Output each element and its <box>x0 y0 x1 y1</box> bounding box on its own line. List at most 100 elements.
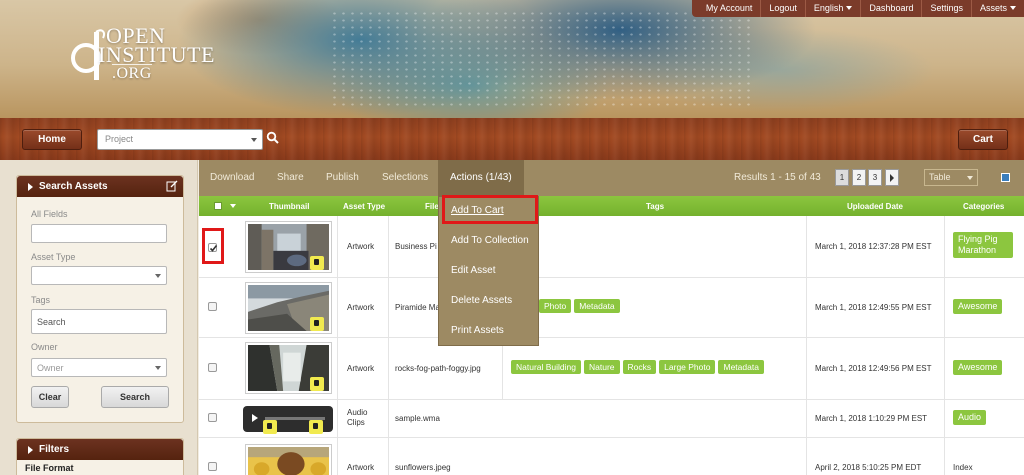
header-file[interactable]: File <box>425 202 439 211</box>
top-menu-bar: My Account Logout English Dashboard Sett… <box>691 0 1024 17</box>
file-name[interactable]: Piramide Ma <box>395 303 440 312</box>
tag-chip[interactable]: Photo <box>539 299 572 313</box>
file-name[interactable]: sunflowers.jpeg <box>395 463 451 472</box>
filter-file-format[interactable]: File Format <box>25 463 74 473</box>
header-checkbox[interactable] <box>214 202 222 210</box>
chevron-down-icon <box>251 138 257 142</box>
toolbar-selections[interactable]: Selections <box>382 160 428 196</box>
asset-thumbnail[interactable] <box>245 342 332 394</box>
topbar-logout[interactable]: Logout <box>760 0 805 17</box>
edit-icon[interactable] <box>166 180 178 192</box>
toolbar-download[interactable]: Download <box>210 160 254 196</box>
topbar-assets[interactable]: Assets <box>970 0 1024 17</box>
table-row[interactable]: Audio Clips sample.wma March 1, 2018 1:1… <box>199 400 1024 438</box>
tag-chip[interactable]: Rocks <box>622 360 657 374</box>
tags-label: Tags <box>31 295 51 305</box>
page-3-button[interactable]: 3 <box>868 169 882 186</box>
topbar-dashboard[interactable]: Dashboard <box>860 0 921 17</box>
view-mode-select[interactable]: Table <box>924 169 978 186</box>
topbar-my-account[interactable]: My Account <box>692 0 761 17</box>
owner-select[interactable]: Owner <box>31 358 167 377</box>
file-name[interactable]: sample.wma <box>395 414 440 423</box>
select-all-toggle[interactable] <box>1001 173 1010 182</box>
asset-thumbnail[interactable] <box>245 282 332 334</box>
cart-button[interactable]: Cart <box>958 129 1008 150</box>
category-tag[interactable]: Awesome <box>953 299 1003 314</box>
download-badge-icon[interactable] <box>309 420 323 434</box>
uploaded-date: March 1, 2018 12:37:28 PM EST <box>815 242 932 251</box>
next-page-button[interactable] <box>885 169 899 186</box>
category-tag[interactable]: Awesome <box>953 360 1003 375</box>
header-uploaded-date[interactable]: Uploaded Date <box>847 202 903 211</box>
header-thumbnail[interactable]: Thumbnail <box>269 202 309 211</box>
all-fields-label: All Fields <box>31 209 68 219</box>
column-divider <box>944 338 945 399</box>
header-banner: OPEN INSTITUTE .ORG My Account Logout En… <box>0 0 1024 118</box>
search-button[interactable]: Search <box>101 386 169 408</box>
page-1-button[interactable]: 1 <box>835 169 849 186</box>
download-badge-icon[interactable] <box>310 377 324 391</box>
tag-chip[interactable]: Metadata <box>574 299 620 313</box>
tag-chip[interactable]: Large Photo <box>659 360 716 374</box>
menu-item-add-to-collection[interactable]: Add To Collection <box>451 235 529 246</box>
header-asset-type[interactable]: Asset Type <box>343 202 385 211</box>
column-divider <box>388 216 389 277</box>
asset-thumbnail[interactable] <box>245 221 332 273</box>
logo[interactable]: OPEN INSTITUTE .ORG <box>68 22 248 84</box>
table-row[interactable]: Artwork Business Pi March 1, 2018 12:37:… <box>199 216 1024 278</box>
clear-button[interactable]: Clear <box>31 386 69 408</box>
search-assets-title: Search Assets <box>39 181 108 192</box>
table-row[interactable]: Artwork rocks-fog-path-foggy.jpg Natural… <box>199 338 1024 400</box>
file-name[interactable]: rocks-fog-path-foggy.jpg <box>395 364 481 373</box>
topbar-dashboard-label: Dashboard <box>869 3 914 13</box>
row-checkbox[interactable] <box>208 302 217 311</box>
column-divider <box>806 216 807 277</box>
project-select[interactable]: Project <box>97 129 263 150</box>
topbar-language[interactable]: English <box>804 0 861 17</box>
thumbnail-image <box>248 447 329 475</box>
download-badge-icon[interactable] <box>310 256 324 270</box>
chevron-down-icon[interactable] <box>230 204 236 208</box>
tags-search-input[interactable]: Search <box>31 309 167 334</box>
download-badge-icon[interactable] <box>310 317 324 331</box>
file-name[interactable]: Business Pi <box>395 242 437 251</box>
header-tags[interactable]: Tags <box>646 202 664 211</box>
category-tag[interactable]: Flying Pig Marathon <box>953 232 1013 258</box>
table-row[interactable]: Artwork Piramide Ma Photo Metadata March … <box>199 278 1024 338</box>
download-badge-icon[interactable] <box>263 420 277 434</box>
toolbar-actions[interactable]: Actions (1/43) <box>438 160 524 196</box>
column-divider <box>388 278 389 337</box>
project-select-placeholder: Project <box>105 134 134 144</box>
tag-chip[interactable]: Nature <box>584 360 620 374</box>
toolbar-publish[interactable]: Publish <box>326 160 359 196</box>
tag-chip[interactable]: Natural Building <box>511 360 582 374</box>
category-tag[interactable]: Audio <box>953 410 987 425</box>
column-divider <box>337 216 338 277</box>
topbar-settings[interactable]: Settings <box>921 0 971 17</box>
all-fields-input[interactable] <box>31 224 167 243</box>
asset-thumbnail[interactable] <box>245 444 332 475</box>
play-icon[interactable] <box>251 414 259 422</box>
page-2-button[interactable]: 2 <box>852 169 866 186</box>
search-assets-header[interactable]: Search Assets <box>17 176 183 197</box>
toolbar-share[interactable]: Share <box>277 160 304 196</box>
row-checkbox[interactable] <box>208 413 217 422</box>
asset-type-select[interactable] <box>31 266 167 285</box>
chevron-right-icon <box>890 174 894 182</box>
search-icon[interactable] <box>266 131 280 145</box>
row-checkbox[interactable] <box>208 363 217 372</box>
category-text[interactable]: Index <box>953 463 973 472</box>
topbar-settings-label: Settings <box>930 3 963 13</box>
expand-arrow-icon <box>28 446 33 454</box>
menu-item-print-assets[interactable]: Print Assets <box>451 325 504 336</box>
menu-item-edit-asset[interactable]: Edit Asset <box>451 265 495 276</box>
header-categories[interactable]: Categories <box>963 202 1004 211</box>
column-divider <box>806 338 807 399</box>
menu-item-delete-assets[interactable]: Delete Assets <box>451 295 512 306</box>
filters-header[interactable]: Filters <box>17 439 183 460</box>
audio-player[interactable] <box>243 406 333 434</box>
row-checkbox[interactable] <box>208 462 217 471</box>
home-button[interactable]: Home <box>22 129 82 150</box>
table-row[interactable]: Artwork sunflowers.jpeg April 2, 2018 5:… <box>199 438 1024 475</box>
tag-chip[interactable]: Metadata <box>718 360 764 374</box>
